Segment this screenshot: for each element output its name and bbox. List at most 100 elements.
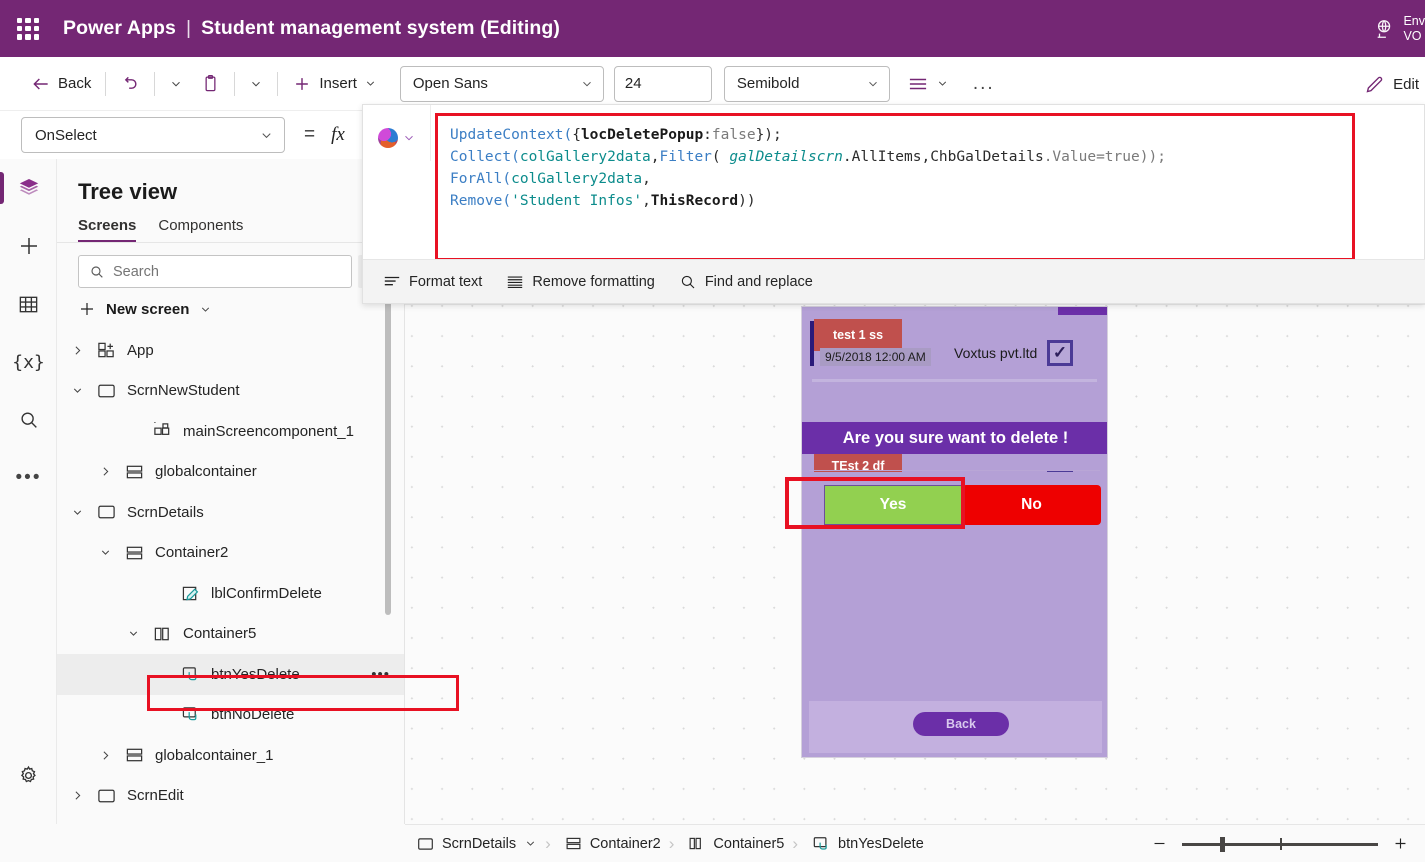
minus-icon[interactable] [1151, 835, 1168, 852]
font-family-value: Open Sans [412, 75, 488, 92]
insert-button[interactable]: Insert [283, 66, 386, 102]
back-button-zone: Back [809, 701, 1102, 753]
new-screen-label: New screen [106, 300, 190, 318]
gear-icon [17, 764, 40, 787]
button-icon [175, 666, 205, 683]
property-select[interactable]: OnSelect [21, 117, 285, 153]
left-status-filler [0, 824, 405, 862]
paste-dropdown[interactable] [240, 66, 272, 102]
undo-dropdown[interactable] [160, 66, 192, 102]
tree-item-scrnnewstudent[interactable]: ScrnNewStudent [57, 371, 404, 412]
font-weight-select[interactable]: Semibold [723, 65, 890, 102]
twisty-icon[interactable] [63, 789, 91, 802]
button-icon [812, 836, 830, 852]
back-button[interactable]: Back [22, 66, 100, 102]
row-company: Voxtus pvt.ltd [954, 345, 1038, 361]
tree-item-label: globalcontainer_1 [155, 746, 274, 764]
no-delete-button[interactable]: No [962, 485, 1101, 525]
more-ellipsis-icon[interactable]: ... [964, 66, 1004, 102]
yes-delete-button[interactable]: Yes [824, 485, 962, 525]
plus-icon[interactable] [1392, 835, 1409, 852]
new-screen-button[interactable]: New screen [57, 288, 404, 328]
row-checkbox[interactable]: ✓ [1047, 340, 1073, 366]
more-ellipsis-icon[interactable]: ••• [371, 666, 390, 683]
formula-toolbar: Format text Remove formatting Find and r… [363, 259, 1425, 303]
font-size-input[interactable]: 24 [613, 65, 712, 102]
gallery-row[interactable]: test 1 ss 9/5/2018 12:00 AM Voxtus pvt.l… [802, 315, 1107, 372]
tree-item-globalcontainer[interactable]: globalcontainer [57, 452, 404, 493]
breadcrumb-scrndetails[interactable]: ScrnDetails [405, 836, 543, 852]
grid-waffle-icon[interactable] [13, 14, 43, 44]
chevron-down-icon [199, 303, 212, 316]
tree-item-globalcontainer_1[interactable]: globalcontainer_1 [57, 735, 404, 776]
tree-item-scrnedit[interactable]: ScrnEdit [57, 776, 404, 817]
remove-formatting-button[interactable]: Remove formatting [496, 269, 665, 295]
twisty-icon[interactable] [119, 627, 147, 640]
breadcrumb-separator: › [668, 833, 675, 853]
formula-input[interactable]: UpdateContext({locDeletePopup:false}); C… [435, 113, 1355, 261]
chevron-down-icon [866, 77, 880, 91]
breadcrumb-container5[interactable]: Container5 [676, 836, 790, 852]
tree-item-scrndetails[interactable]: ScrnDetails [57, 492, 404, 533]
row-date: 9/5/2018 12:00 AM [820, 348, 931, 366]
divider [105, 71, 107, 96]
twisty-icon[interactable] [63, 506, 91, 519]
back-button[interactable]: Back [913, 712, 1009, 736]
search-box[interactable] [78, 255, 352, 288]
twisty-icon[interactable] [63, 344, 91, 357]
fn-updatecontext: UpdateContext( [450, 127, 573, 143]
sidebar-item-insert[interactable] [0, 217, 57, 275]
twisty-icon[interactable] [91, 546, 119, 559]
sidebar-item-more[interactable]: ••• [0, 449, 57, 507]
chevron-down-icon [249, 77, 263, 91]
fn-remove: Remove( [450, 193, 512, 209]
app-canvas[interactable]: test 1 ss 9/5/2018 12:00 AM Voxtus pvt.l… [405, 304, 1425, 824]
tree-item-btnnodelete[interactable]: btnNoDelete [57, 695, 404, 736]
property-value: OnSelect [35, 126, 97, 144]
sidebar-item-settings[interactable] [0, 746, 57, 804]
tree-view-layers-icon [17, 176, 41, 200]
environment-indicator[interactable]: Env VO [1374, 0, 1425, 57]
product-name[interactable]: Power Apps [63, 17, 176, 40]
remove-formatting-icon [506, 274, 524, 290]
search-input[interactable] [113, 263, 341, 280]
sidebar-item-tree-view[interactable] [0, 159, 57, 217]
breadcrumb-label: btnYesDelete [838, 835, 924, 852]
sidebar-item-data[interactable] [0, 275, 57, 333]
breadcrumb-container2[interactable]: Container2 [553, 836, 667, 852]
plus-icon [78, 300, 96, 318]
var-colgallery2data: colGallery2data [519, 149, 651, 165]
text-align-button[interactable] [898, 66, 958, 102]
tree-item-app[interactable]: App [57, 330, 404, 371]
twisty-icon[interactable] [63, 384, 91, 397]
sidebar-item-variables[interactable]: {x} [0, 333, 57, 391]
tree-item-lblconfirmdelete[interactable]: lblConfirmDelete [57, 573, 404, 614]
gallery-row[interactable]: TEst 2 df Voxtus pvt.ltd ✓ [802, 372, 1107, 496]
twisty-icon[interactable] [91, 749, 119, 762]
paste-button[interactable] [192, 66, 229, 102]
chevron-down-icon[interactable] [524, 837, 537, 850]
undo-button[interactable] [111, 66, 149, 102]
tree-item-label: btnNoDelete [211, 706, 295, 724]
search-icon [18, 409, 40, 431]
slider-thumb[interactable] [1220, 836, 1225, 852]
phone-preview[interactable]: test 1 ss 9/5/2018 12:00 AM Voxtus pvt.l… [801, 306, 1108, 758]
chevron-down-icon [936, 77, 949, 90]
twisty-icon[interactable] [91, 465, 119, 478]
tab-screens[interactable]: Screens [78, 217, 137, 242]
format-text-button[interactable]: Format text [373, 269, 492, 295]
tree-item-mainscreencomponent_1[interactable]: mainScreencomponent_1 [57, 411, 404, 452]
environment-label: Env VO [1403, 13, 1425, 43]
sidebar-item-search[interactable] [0, 391, 57, 449]
find-and-replace-button[interactable]: Find and replace [669, 268, 823, 296]
copilot-button[interactable] [363, 105, 431, 161]
tree-item-container5[interactable]: Container5 [57, 614, 404, 655]
tree-item-btnyesdelete[interactable]: btnYesDelete ••• [57, 654, 404, 695]
edit-mode-button[interactable]: Edit [1364, 57, 1419, 111]
tree-item-container2[interactable]: Container2 [57, 533, 404, 574]
ctrl-galdetailscrn: galDetailscrn [729, 149, 843, 165]
font-family-select[interactable]: Open Sans [399, 65, 604, 102]
breadcrumb-btnyesdelete[interactable]: btnYesDelete [800, 836, 930, 852]
tab-components[interactable]: Components [158, 217, 243, 242]
zoom-slider[interactable] [1182, 836, 1378, 852]
